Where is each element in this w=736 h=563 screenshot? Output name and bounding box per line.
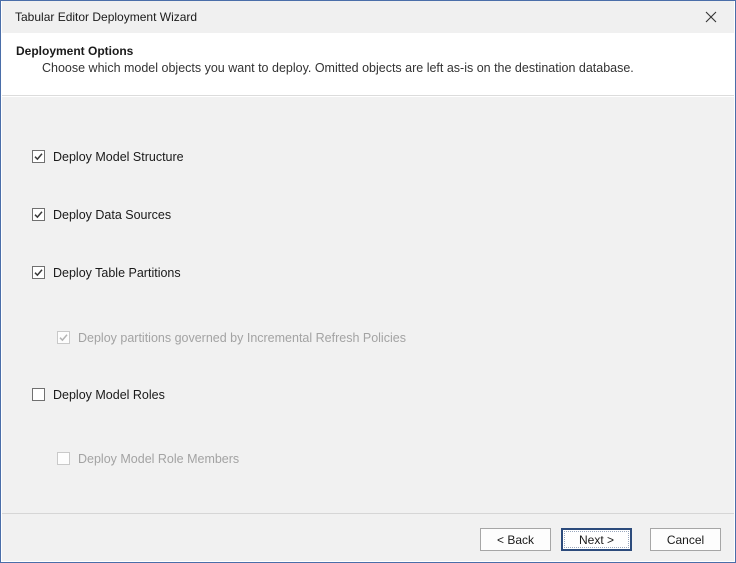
cancel-button[interactable]: Cancel	[650, 528, 721, 551]
option-label[interactable]: Deploy Model Structure	[53, 150, 184, 164]
option-label: Deploy Model Role Members	[78, 452, 239, 466]
option-label: Deploy partitions governed by Incrementa…	[78, 331, 406, 345]
page-description: Choose which model objects you want to d…	[42, 61, 634, 75]
option-row: Deploy Model Roles	[32, 387, 165, 402]
checkbox-checked-icon[interactable]	[32, 150, 45, 163]
option-label[interactable]: Deploy Model Roles	[53, 388, 165, 402]
options-panel: Deploy Model Structure Deploy Data Source…	[2, 97, 734, 515]
next-button[interactable]: Next >	[561, 528, 632, 551]
option-row: Deploy Model Role Members	[57, 451, 239, 466]
checkbox-checked-icon[interactable]	[32, 208, 45, 221]
wizard-header: Deployment Options Choose which model ob…	[2, 33, 734, 96]
option-row: Deploy Data Sources	[32, 207, 171, 222]
close-icon[interactable]	[688, 1, 734, 33]
option-row: Deploy partitions governed by Incrementa…	[57, 330, 406, 345]
checkbox-checked-icon[interactable]	[32, 266, 45, 279]
option-row: Deploy Model Structure	[32, 149, 184, 164]
checkbox-checked-icon	[57, 331, 70, 344]
footer-bar: < Back Next > Cancel	[2, 513, 734, 561]
window-title: Tabular Editor Deployment Wizard	[2, 10, 197, 24]
checkbox-unchecked-icon[interactable]	[32, 388, 45, 401]
page-title: Deployment Options	[16, 44, 133, 58]
titlebar[interactable]: Tabular Editor Deployment Wizard	[2, 1, 734, 33]
back-button[interactable]: < Back	[480, 528, 551, 551]
option-row: Deploy Table Partitions	[32, 265, 181, 280]
deployment-wizard-window: Tabular Editor Deployment Wizard Deploym…	[0, 0, 736, 563]
checkbox-unchecked-icon	[57, 452, 70, 465]
option-label[interactable]: Deploy Data Sources	[53, 208, 171, 222]
option-label[interactable]: Deploy Table Partitions	[53, 266, 181, 280]
